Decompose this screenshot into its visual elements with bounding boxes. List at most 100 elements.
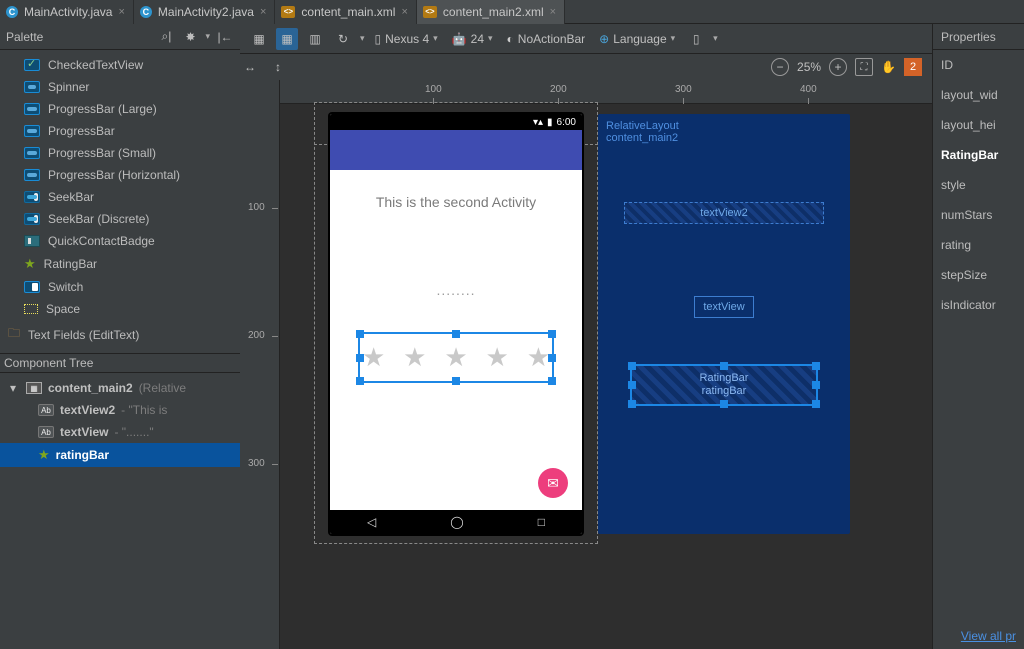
tab-content-main-xml[interactable]: <> content_main.xml ×: [275, 0, 416, 24]
palette-item-progressbar[interactable]: ProgressBar: [0, 120, 240, 142]
property-style[interactable]: style: [933, 170, 1024, 200]
tab-label: MainActivity2.java: [158, 5, 254, 19]
palette-item-seekbar[interactable]: SeekBar: [0, 186, 240, 208]
view-all-properties-link[interactable]: View all pr: [961, 629, 1016, 643]
nav-home-icon[interactable]: ◯: [450, 515, 463, 529]
progressbar-icon: [24, 169, 40, 181]
palette-item-progressbar-horizontal[interactable]: ProgressBar (Horizontal): [0, 164, 240, 186]
property-rating[interactable]: rating: [933, 230, 1024, 260]
palette-item-spinner[interactable]: Spinner: [0, 76, 240, 98]
resize-handle[interactable]: [548, 377, 556, 385]
nav-recent-icon[interactable]: □: [538, 515, 545, 529]
tree-row-textview2[interactable]: Ab textView2 - "This is: [0, 399, 240, 421]
blueprint-textview2[interactable]: textView2: [624, 202, 824, 224]
star-icon: ★: [38, 447, 50, 463]
resize-handle[interactable]: [628, 400, 636, 408]
close-icon[interactable]: ×: [118, 6, 124, 18]
progressbar-icon: [24, 103, 40, 115]
close-icon[interactable]: ×: [550, 6, 556, 18]
device-selector[interactable]: ▯Nexus 4▾: [371, 32, 442, 46]
blueprint-ratingbar[interactable]: RatingBar ratingBar: [630, 364, 818, 406]
editor-tabs: C MainActivity.java × C MainActivity2.ja…: [0, 0, 1024, 24]
viewport-toggle-icon[interactable]: ↔: [240, 57, 260, 77]
seekbar-icon: [24, 191, 40, 203]
layout-icon: ▦: [26, 382, 42, 394]
seekbar-icon: [24, 213, 40, 225]
zoom-in-button[interactable]: +: [829, 58, 847, 76]
design-toolbar: ▦ ▦ ▥ ↻▾ ▯Nexus 4▾ 🤖24▾ ◐NoActionBar ⊕La…: [240, 24, 932, 54]
preview-textview[interactable]: ........: [330, 282, 582, 298]
blueprint-preview[interactable]: RelativeLayout content_main2 textView2 t…: [598, 114, 850, 534]
resize-handle[interactable]: [720, 362, 728, 370]
textview-icon: Ab: [38, 426, 54, 438]
chevron-down-icon[interactable]: ▾: [10, 381, 20, 395]
star-icon: ★: [24, 256, 36, 272]
tree-row-textview[interactable]: Ab textView - ".......": [0, 421, 240, 443]
palette-item-progressbar-small[interactable]: ProgressBar (Small): [0, 142, 240, 164]
resize-handle[interactable]: [720, 400, 728, 408]
properties-title: Properties: [941, 30, 996, 44]
collapse-icon[interactable]: |←: [216, 28, 234, 46]
tab-mainactivity2-java[interactable]: C MainActivity2.java ×: [134, 0, 275, 24]
close-icon[interactable]: ×: [260, 6, 266, 18]
theme-selector[interactable]: ◐NoActionBar: [503, 32, 590, 46]
palette-item-switch[interactable]: Switch: [0, 276, 240, 298]
resize-handle[interactable]: [356, 354, 364, 362]
zoom-fit-button[interactable]: ⛶: [855, 58, 873, 76]
palette-item-checkedtextview[interactable]: CheckedTextView: [0, 54, 240, 76]
palette-folder-textfields[interactable]: 🗀Text Fields (EditText): [0, 320, 240, 349]
resize-handle[interactable]: [452, 330, 460, 338]
preview-ratingbar[interactable]: ★ ★ ★ ★ ★: [362, 342, 550, 373]
palette-item-ratingbar[interactable]: ★RatingBar: [0, 252, 240, 276]
layout-variants-icon[interactable]: ▥: [304, 28, 326, 50]
resize-handle[interactable]: [452, 377, 460, 385]
device-config-icon[interactable]: ▯: [685, 28, 707, 50]
blueprint-textview[interactable]: textView: [694, 296, 754, 318]
tree-row-ratingbar[interactable]: ★ ratingBar: [0, 443, 240, 467]
gear-icon[interactable]: ✸: [181, 28, 199, 46]
property-layout-width[interactable]: layout_wid: [933, 80, 1024, 110]
viewport-toggle-vert-icon[interactable]: ↕: [268, 57, 288, 77]
palette-item-progressbar-large[interactable]: ProgressBar (Large): [0, 98, 240, 120]
orientation-icon[interactable]: ↻: [332, 28, 354, 50]
device-preview[interactable]: ▾▴ ▮ 6:00 This is the second Activity ..…: [330, 114, 582, 534]
search-icon[interactable]: ⌕|: [157, 28, 175, 46]
property-id[interactable]: ID: [933, 50, 1024, 80]
quickcontactbadge-icon: [24, 235, 40, 247]
resize-handle[interactable]: [548, 330, 556, 338]
tree-row-root[interactable]: ▾ ▦ content_main2 (Relative: [0, 377, 240, 399]
zoom-out-button[interactable]: −: [771, 58, 789, 76]
close-icon[interactable]: ×: [401, 6, 407, 18]
resize-handle[interactable]: [356, 330, 364, 338]
api-selector[interactable]: 🤖24▾: [448, 32, 497, 46]
resize-handle[interactable]: [812, 381, 820, 389]
palette-item-quickcontactbadge[interactable]: QuickContactBadge: [0, 230, 240, 252]
blueprint-toggle-icon[interactable]: ▦: [276, 28, 298, 50]
resize-handle[interactable]: [628, 362, 636, 370]
phone-icon: ▯: [375, 32, 382, 46]
notification-badge[interactable]: 2: [904, 58, 922, 76]
design-surface-icon[interactable]: ▦: [248, 28, 270, 50]
design-canvas[interactable]: 100 200 300 100 200 300 400 ▾▴ ▮: [240, 80, 932, 649]
globe-icon: ⊕: [599, 32, 609, 46]
fab-button[interactable]: ✉: [538, 468, 568, 498]
resize-handle[interactable]: [356, 377, 364, 385]
property-numstars[interactable]: numStars: [933, 200, 1024, 230]
tab-mainactivity-java[interactable]: C MainActivity.java ×: [0, 0, 134, 24]
nav-back-icon[interactable]: ◁: [367, 515, 376, 529]
preview-textview2[interactable]: This is the second Activity: [330, 194, 582, 210]
palette-item-space[interactable]: Space: [0, 298, 240, 320]
pan-icon[interactable]: ✋: [881, 60, 896, 74]
palette-item-seekbar-discrete[interactable]: SeekBar (Discrete): [0, 208, 240, 230]
resize-handle[interactable]: [812, 362, 820, 370]
resize-handle[interactable]: [628, 381, 636, 389]
property-isindicator[interactable]: isIndicator: [933, 290, 1024, 320]
resize-handle[interactable]: [812, 400, 820, 408]
property-stepsize[interactable]: stepSize: [933, 260, 1024, 290]
locale-selector[interactable]: ⊕Language▾: [595, 32, 679, 46]
tab-content-main2-xml[interactable]: <> content_main2.xml ×: [417, 0, 565, 24]
property-layout-height[interactable]: layout_hei: [933, 110, 1024, 140]
palette-header: Palette ⌕| ✸ ▾ |←: [0, 24, 240, 50]
resize-handle[interactable]: [548, 354, 556, 362]
property-group-ratingbar[interactable]: RatingBar: [933, 140, 1024, 170]
